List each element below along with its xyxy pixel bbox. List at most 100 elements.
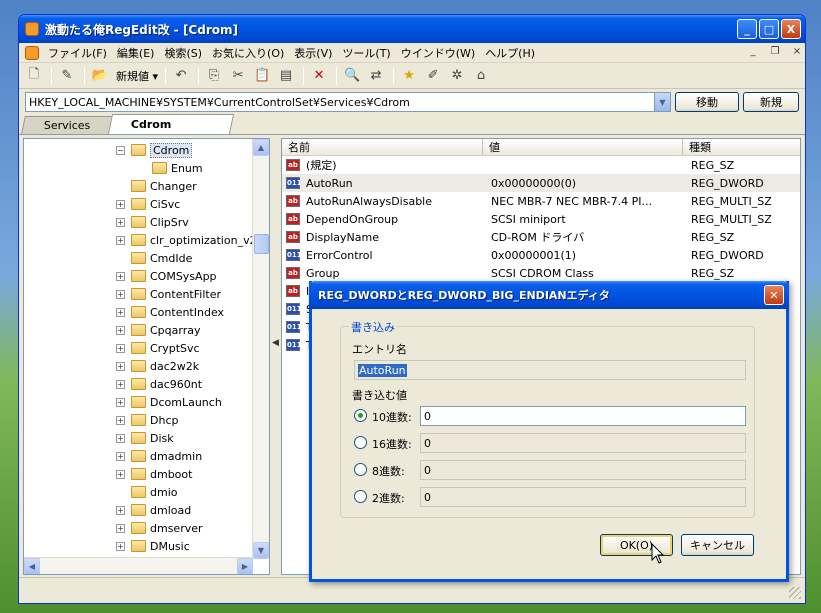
- menu-help[interactable]: ヘルプ(H): [480, 44, 540, 62]
- tab-cdrom[interactable]: Cdrom: [108, 114, 235, 134]
- cut-icon[interactable]: ✂: [227, 66, 249, 86]
- menu-tools[interactable]: ツール(T): [337, 44, 395, 62]
- expand-icon[interactable]: +: [116, 199, 125, 209]
- expand-icon[interactable]: +: [116, 361, 125, 371]
- collapse-icon[interactable]: −: [116, 145, 125, 155]
- resize-grip-icon[interactable]: [789, 587, 801, 599]
- close-button[interactable]: X: [781, 19, 801, 39]
- hex-input[interactable]: 0: [420, 433, 746, 453]
- menu-favorites[interactable]: お気に入り(O): [207, 44, 289, 62]
- tree-item-dhcp[interactable]: + Dhcp: [116, 411, 178, 429]
- expand-icon[interactable]: +: [116, 343, 125, 353]
- radio-binary[interactable]: [354, 490, 367, 503]
- expand-icon[interactable]: +: [116, 397, 125, 407]
- radio-decimal[interactable]: [354, 409, 367, 422]
- cancel-button[interactable]: キャンセル: [681, 534, 754, 556]
- expand-icon[interactable]: +: [116, 379, 125, 389]
- settings-icon[interactable]: ✲: [446, 66, 468, 86]
- column-name[interactable]: 名前: [282, 139, 483, 155]
- tree-vertical-scrollbar[interactable]: ▲ ▼: [252, 139, 269, 559]
- expand-icon[interactable]: +: [116, 505, 125, 515]
- entry-name-field[interactable]: AutoRun: [354, 360, 746, 380]
- tree-item-dmadmin[interactable]: + dmadmin: [116, 447, 202, 465]
- column-value[interactable]: 値: [483, 139, 683, 155]
- expand-icon[interactable]: +: [116, 271, 125, 281]
- mdi-minimize-button[interactable]: _: [745, 46, 761, 60]
- tree-item-cpqarray[interactable]: + Cpqarray: [116, 321, 201, 339]
- tab-services[interactable]: Services: [21, 116, 114, 134]
- radio-octal-label[interactable]: 8進数:: [372, 463, 405, 479]
- list-row[interactable]: ab AutoRunAlwaysDisable NEC MBR-7 NEC MBR-…: [282, 192, 800, 210]
- radio-hex-label[interactable]: 16進数:: [372, 436, 412, 452]
- scroll-right-icon[interactable]: ▶: [237, 558, 253, 574]
- tree-item-contentfilter[interactable]: + ContentFilter: [116, 285, 221, 303]
- maximize-button[interactable]: □: [759, 19, 779, 39]
- tree-horizontal-scrollbar[interactable]: ◀ ▶: [24, 557, 253, 574]
- list-row[interactable]: ab Group SCSI CDROM Class REG_SZ: [282, 264, 800, 282]
- list-row[interactable]: ab (規定) REG_SZ: [282, 156, 800, 174]
- undo-icon[interactable]: ↶: [170, 66, 192, 86]
- tree-scroll-thumb[interactable]: [254, 234, 269, 254]
- tree-item-cisvc[interactable]: + CiSvc: [116, 195, 180, 213]
- menu-view[interactable]: 表示(V): [289, 44, 337, 62]
- radio-hex[interactable]: [354, 436, 367, 449]
- dialog-close-button[interactable]: ✕: [764, 285, 784, 305]
- tool-wand-icon[interactable]: ✐: [422, 66, 444, 86]
- open-folder-icon[interactable]: 📂: [89, 66, 111, 86]
- expand-icon[interactable]: +: [116, 541, 125, 551]
- mdi-restore-button[interactable]: ❐: [767, 46, 783, 60]
- column-type[interactable]: 種類: [683, 139, 800, 155]
- binary-input[interactable]: 0: [420, 487, 746, 507]
- paste-icon[interactable]: 📋: [251, 66, 273, 86]
- search-icon[interactable]: 🔍: [341, 66, 363, 86]
- tree-item-cryptsvc[interactable]: + CryptSvc: [116, 339, 200, 357]
- mdi-document-icon[interactable]: [25, 45, 39, 60]
- tree-item-clr-optimization[interactable]: + clr_optimization_v2.: [116, 231, 260, 249]
- radio-decimal-label[interactable]: 10進数:: [372, 409, 412, 425]
- scroll-down-icon[interactable]: ▼: [253, 542, 269, 559]
- tree-item-changer[interactable]: Changer: [131, 177, 197, 195]
- expand-icon[interactable]: +: [116, 469, 125, 479]
- minimize-button[interactable]: _: [737, 19, 757, 39]
- menu-edit[interactable]: 編集(E): [112, 44, 160, 62]
- tree-item-cdrom[interactable]: − Cdrom: [116, 141, 193, 159]
- copy-icon[interactable]: ⎘: [203, 66, 225, 86]
- window-titlebar[interactable]: 激動たる俺RegEdit改 - [Cdrom] _ □ X: [19, 15, 805, 43]
- go-button[interactable]: 移動: [675, 92, 739, 112]
- tree-item-dmio[interactable]: dmio: [131, 483, 177, 501]
- expand-icon[interactable]: +: [116, 307, 125, 317]
- scroll-left-icon[interactable]: ◀: [24, 558, 40, 574]
- menu-window[interactable]: ウインドウ(W): [396, 44, 480, 62]
- decimal-input[interactable]: 0: [420, 406, 746, 426]
- tree-item-comsysapp[interactable]: + COMSysApp: [116, 267, 217, 285]
- tree-item-disk[interactable]: + Disk: [116, 429, 174, 447]
- expand-icon[interactable]: +: [116, 415, 125, 425]
- tree-item-dmusic[interactable]: + DMusic: [116, 537, 190, 555]
- radio-octal[interactable]: [354, 463, 367, 476]
- tree-item-dac960nt[interactable]: + dac960nt: [116, 375, 202, 393]
- dialog-titlebar[interactable]: REG_DWORDとREG_DWORD_BIG_ENDIANエディタ ✕: [309, 281, 789, 309]
- connect-icon[interactable]: ⇄: [365, 66, 387, 86]
- menu-file[interactable]: ファイル(F): [43, 44, 112, 62]
- home-icon[interactable]: ⌂: [470, 66, 492, 86]
- tree-item-enum[interactable]: Enum: [152, 159, 203, 177]
- list-row[interactable]: 011 ErrorControl 0x00000001(1) REG_DWORD: [282, 246, 800, 264]
- expand-icon[interactable]: +: [116, 433, 125, 443]
- tree-item-dmload[interactable]: + dmload: [116, 501, 191, 519]
- new-value-dropdown[interactable]: 新規値 ▾: [113, 68, 161, 84]
- registry-tree[interactable]: − Cdrom Enum Changer + CiSvc + ClipSrv +…: [23, 138, 270, 575]
- list-row[interactable]: 011 AutoRun 0x00000000(0) REG_DWORD: [282, 174, 800, 192]
- menu-search[interactable]: 検索(S): [159, 44, 207, 62]
- favorites-star-icon[interactable]: ★: [398, 66, 420, 86]
- expand-icon[interactable]: +: [116, 235, 125, 245]
- address-input[interactable]: HKEY_LOCAL_MACHINE¥SYSTEM¥CurrentControl…: [25, 92, 671, 112]
- octal-input[interactable]: 0: [420, 460, 746, 480]
- scroll-up-icon[interactable]: ▲: [253, 139, 269, 156]
- tree-item-dcomlaunch[interactable]: + DcomLaunch: [116, 393, 222, 411]
- expand-icon[interactable]: +: [116, 523, 125, 533]
- collapse-pane-icon[interactable]: ◀: [272, 338, 279, 366]
- new-key-icon[interactable]: 🗋: [23, 66, 45, 86]
- expand-icon[interactable]: +: [116, 217, 125, 227]
- list-row[interactable]: ab DisplayName CD-ROM ドライバ REG_SZ: [282, 228, 800, 246]
- edit-icon[interactable]: ✎: [56, 66, 78, 86]
